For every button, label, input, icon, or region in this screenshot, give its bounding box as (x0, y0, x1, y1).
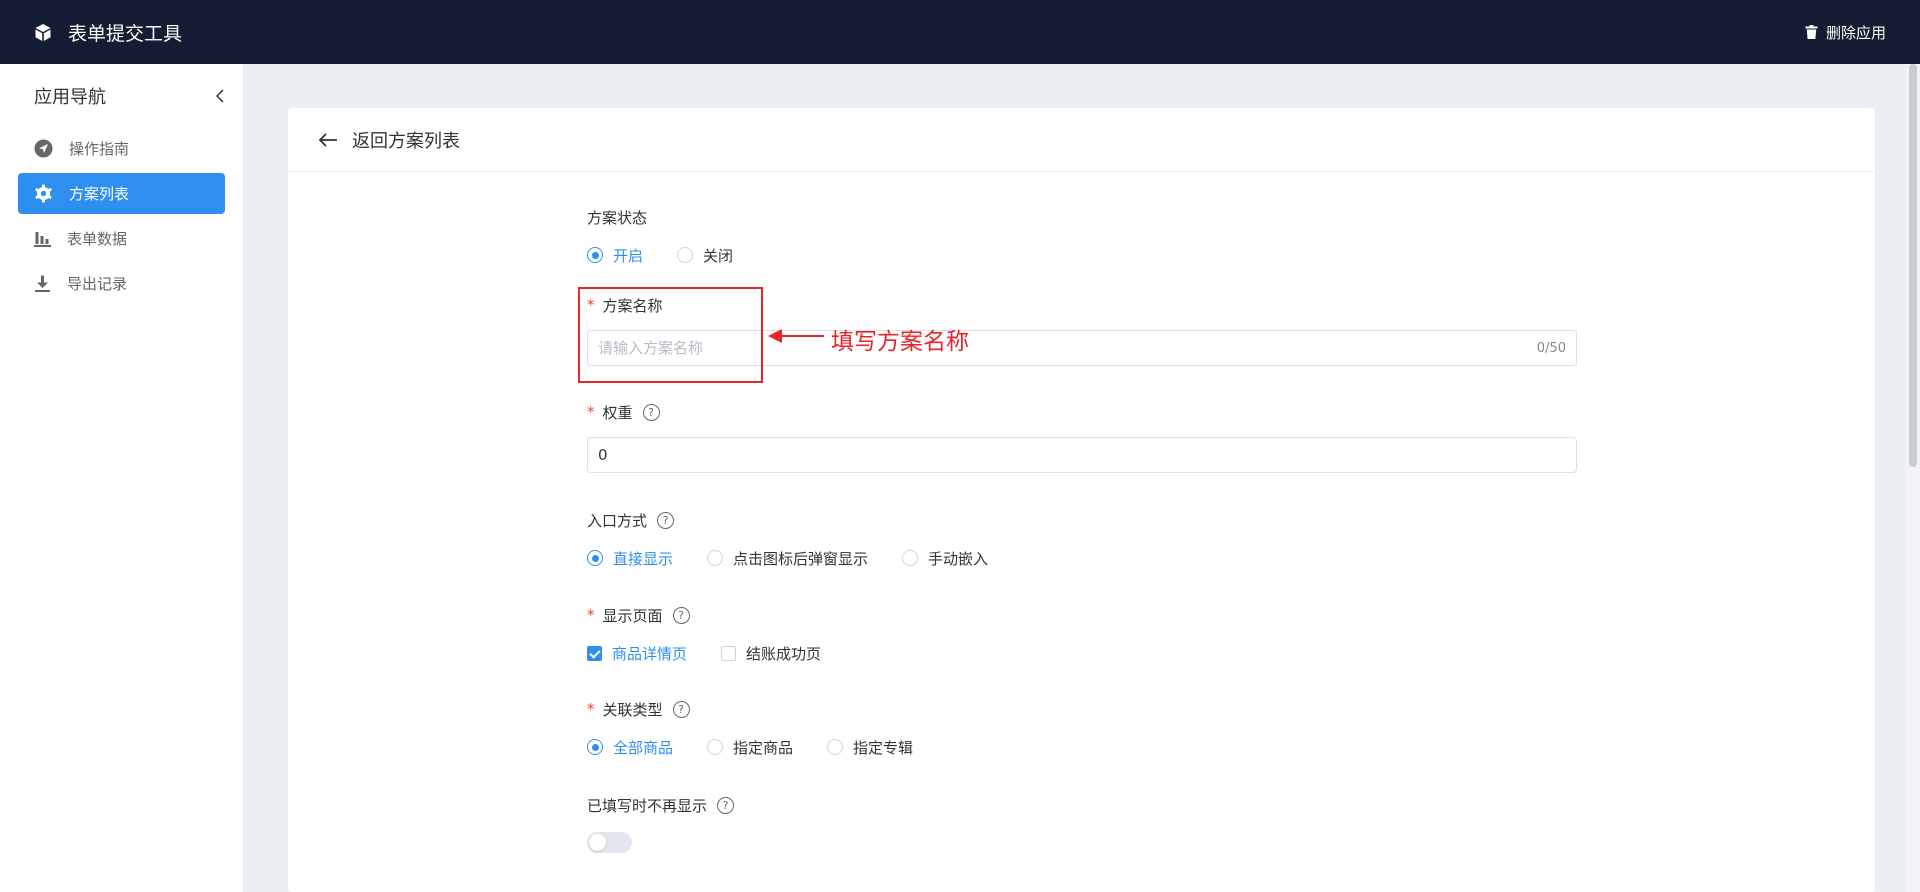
collapse-sidebar-button[interactable] (215, 89, 225, 103)
arrow-left-icon (318, 132, 337, 147)
radio-label: 点击图标后弹窗显示 (733, 549, 869, 568)
help-icon[interactable]: ? (717, 796, 735, 814)
checkbox-label: 商品详情页 (612, 644, 688, 663)
required-mark: * (587, 403, 595, 421)
radio-dot (587, 247, 603, 263)
trash-icon (1805, 25, 1818, 39)
link-type-radio-all[interactable]: 全部商品 (587, 737, 673, 758)
sidebar-item-label: 导出记录 (67, 275, 128, 293)
chevron-left-icon (215, 89, 224, 103)
weight-input-wrap (587, 437, 1577, 473)
plan-name-counter: 0/50 (1536, 340, 1566, 356)
radio-dot (707, 550, 724, 566)
link-type-label-text: 关联类型 (602, 700, 663, 719)
bar-chart-icon (34, 232, 51, 247)
weight-input[interactable] (598, 446, 1498, 464)
radio-dot (587, 739, 603, 755)
page-scrollbar[interactable] (1906, 64, 1920, 892)
required-mark: * (587, 700, 595, 718)
hide-after-fill-label: 已填写时不再显示? (587, 794, 735, 816)
radio-dot (902, 550, 919, 566)
display-pages-checkbox-group: 商品详情页 结账成功页 (587, 642, 821, 664)
weight-label: * 权重? (587, 401, 1577, 423)
radio-label: 手动嵌入 (928, 549, 989, 568)
entry-label: 入口方式? (587, 509, 988, 531)
sidebar-nav: 操作指南 方案列表 表单数据 导出记录 (0, 128, 243, 304)
status-radio-group: 开启 关闭 (587, 244, 733, 266)
hide-after-fill-field: 已填写时不再显示? (587, 794, 735, 853)
sidebar-header: 应用导航 (0, 64, 243, 128)
delete-app-label: 删除应用 (1825, 23, 1886, 42)
radio-dot (677, 247, 694, 263)
help-icon[interactable]: ? (642, 403, 660, 421)
top-bar: 表单提交工具 删除应用 (0, 0, 1920, 64)
gear-icon (35, 184, 52, 203)
radio-dot (707, 739, 724, 755)
display-pages-label: * 显示页面? (587, 604, 821, 626)
radio-label: 指定商品 (733, 738, 794, 757)
radio-label: 指定专辑 (853, 738, 914, 757)
sidebar-item-guide[interactable]: 操作指南 (18, 128, 225, 169)
sidebar-item-label: 表单数据 (67, 230, 128, 248)
entry-label-text: 入口方式 (587, 511, 648, 530)
help-icon[interactable]: ? (672, 700, 690, 718)
scrollbar-thumb[interactable] (1909, 64, 1917, 467)
link-type-radio-group: 全部商品 指定商品 指定专辑 (587, 736, 913, 758)
entry-radio-direct[interactable]: 直接显示 (587, 548, 673, 569)
sidebar-item-label: 操作指南 (69, 140, 130, 158)
weight-field: * 权重? (587, 401, 1577, 473)
display-pages-field: * 显示页面? 商品详情页 结账成功页 (587, 604, 821, 664)
sidebar-item-label: 方案列表 (69, 185, 130, 203)
status-label: 方案状态 (587, 206, 733, 228)
status-label-text: 方案状态 (587, 208, 648, 227)
status-field: 方案状态 开启 关闭 (587, 206, 733, 266)
help-icon[interactable]: ? (657, 511, 675, 529)
required-mark: * (587, 606, 595, 624)
sidebar-title: 应用导航 (34, 87, 106, 108)
radio-label: 直接显示 (613, 549, 674, 568)
delete-app-button[interactable]: 删除应用 (1805, 22, 1886, 43)
hide-after-fill-toggle[interactable] (587, 832, 632, 853)
entry-field: 入口方式? 直接显示 点击图标后弹窗显示 手动嵌入 (587, 509, 988, 569)
status-radio-on[interactable]: 开启 (587, 245, 643, 266)
display-pages-label-text: 显示页面 (602, 606, 663, 625)
checkbox-product-detail[interactable]: 商品详情页 (587, 643, 687, 664)
sidebar-item-form-data[interactable]: 表单数据 (18, 218, 225, 259)
back-to-plan-list-link[interactable]: 返回方案列表 (288, 108, 1875, 172)
app-brand: 表单提交工具 (34, 19, 182, 46)
radio-label: 全部商品 (613, 738, 674, 757)
sidebar: 应用导航 操作指南 方案列表 表单数据 导出记录 (0, 64, 243, 892)
radio-dot (827, 739, 844, 755)
hide-after-fill-label-text: 已填写时不再显示 (587, 796, 708, 815)
entry-radio-popup[interactable]: 点击图标后弹窗显示 (707, 548, 868, 569)
checkbox-label: 结账成功页 (746, 644, 822, 663)
radio-label: 关闭 (703, 246, 734, 265)
main-card: 返回方案列表 方案状态 开启 关闭 *方案名称 0/50 *权重? (288, 108, 1875, 892)
sidebar-item-plan-list[interactable]: 方案列表 (18, 173, 225, 214)
entry-radio-group: 直接显示 点击图标后弹窗显示 手动嵌入 (587, 547, 988, 569)
radio-label: 开启 (613, 246, 644, 265)
help-icon[interactable]: ? (672, 606, 690, 624)
radio-dot (587, 550, 603, 566)
annotation-text: 填写方案名称 (831, 329, 969, 355)
checkbox-box (587, 645, 602, 661)
cube-icon (35, 23, 51, 41)
sidebar-item-export-records[interactable]: 导出记录 (18, 263, 225, 304)
link-type-field: * 关联类型? 全部商品 指定商品 指定专辑 (587, 698, 913, 758)
back-label: 返回方案列表 (352, 130, 460, 152)
link-type-radio-collection[interactable]: 指定专辑 (827, 737, 913, 758)
checkbox-checkout-success[interactable]: 结账成功页 (721, 643, 821, 664)
download-icon (35, 275, 50, 292)
link-type-radio-products[interactable]: 指定商品 (707, 737, 793, 758)
app-title: 表单提交工具 (68, 22, 183, 45)
annotation-highlight-box (578, 287, 763, 383)
annotation-arrow-icon (768, 329, 824, 343)
checkbox-box (721, 645, 737, 661)
entry-radio-manual[interactable]: 手动嵌入 (902, 548, 988, 569)
navigation-icon (34, 139, 53, 158)
link-type-label: * 关联类型? (587, 698, 913, 720)
weight-label-text: 权重 (602, 403, 633, 422)
status-radio-off[interactable]: 关闭 (677, 245, 733, 266)
